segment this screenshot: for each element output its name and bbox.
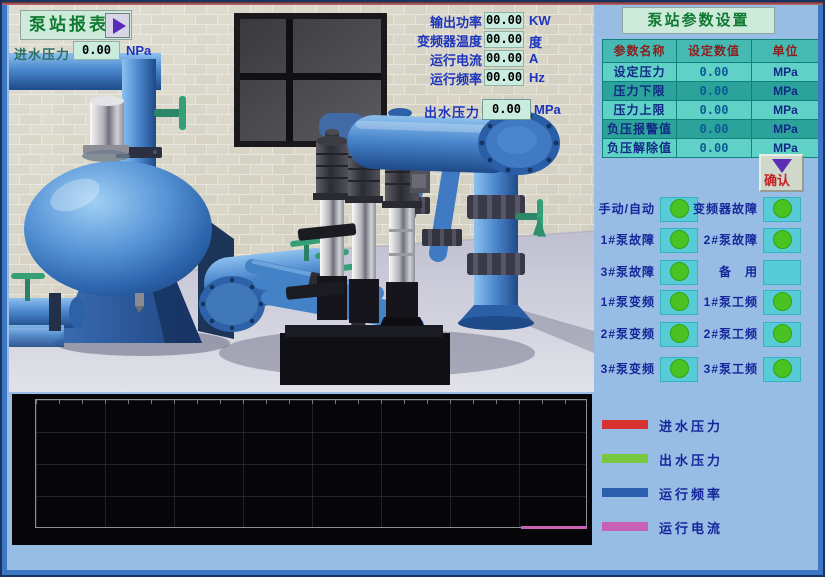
- lamp-pump2-fault: [763, 228, 801, 253]
- outlet-pressure-label: 出水压力: [404, 102, 480, 121]
- param-value-input[interactable]: 0.00: [677, 139, 751, 157]
- status-label-pump1-fault: 1#泵故障: [586, 228, 655, 253]
- param-unit: MPa: [752, 101, 819, 119]
- inverter-temp-label: 变频器温度: [404, 31, 482, 50]
- legend-label-frequency: 运行频率: [659, 484, 723, 503]
- param-name: 负压解除值: [603, 139, 676, 157]
- status-label-pump2-vfd: 2#泵变频: [586, 322, 655, 347]
- lamp-pump3-line: [763, 357, 801, 382]
- lamp-dot: [773, 230, 792, 249]
- param-unit: MPa: [752, 63, 819, 81]
- lamp-dot: [773, 324, 792, 343]
- report-play-button[interactable]: [105, 13, 130, 38]
- status-label-manual-auto: 手动/自动: [586, 197, 655, 222]
- hmi-screen: 泵站报表 进水压力 0.00 NPa 输出功率 00.00 KW 变频器温度 0…: [0, 0, 825, 577]
- output-power-value: 00.00: [484, 12, 524, 29]
- trend-chart: [12, 394, 592, 545]
- lamp-spare: [763, 260, 801, 285]
- output-power-label: 输出功率: [404, 12, 482, 31]
- col-header-value: 设定数值: [677, 40, 751, 62]
- run-frequency-label: 运行频率: [404, 69, 482, 88]
- status-label-pump3-fault: 3#泵故障: [586, 260, 655, 285]
- run-current-label: 运行电流: [404, 50, 482, 69]
- settings-panel-title: 泵站参数设置: [622, 7, 775, 34]
- status-label-pump1-vfd: 1#泵变频: [586, 290, 655, 315]
- param-name: 压力上限: [603, 101, 676, 119]
- outlet-pressure-unit: MPa: [534, 102, 561, 117]
- status-label-vfd-fault: 变频器故障: [678, 197, 758, 222]
- lamp-dot: [773, 199, 792, 218]
- legend-swatch-current: [602, 522, 648, 531]
- param-value-input[interactable]: 0.00: [677, 120, 751, 138]
- param-unit: MPa: [752, 82, 819, 100]
- inlet-pressure-unit: NPa: [126, 43, 151, 58]
- outlet-pressure-value: 0.00: [482, 99, 531, 120]
- status-label-pump1-line: 1#泵工频: [678, 290, 758, 315]
- inlet-pressure-value: 0.00: [73, 41, 120, 60]
- play-icon: [113, 18, 126, 34]
- param-value-input[interactable]: 0.00: [677, 101, 751, 119]
- output-power-unit: KW: [529, 13, 551, 28]
- inverter-temp-value: 00.00: [484, 31, 524, 48]
- run-frequency-value: 00.00: [484, 69, 524, 86]
- settings-table: 参数名称 设定数值 单位 设定压力 0.00 MPa 压力下限 0.00 MPa…: [602, 39, 818, 158]
- legend-label-outlet: 出水压力: [659, 450, 723, 469]
- param-value-input[interactable]: 0.00: [677, 82, 751, 100]
- lamp-vfd-fault: [763, 197, 801, 222]
- status-label-spare: 备 用: [678, 260, 758, 285]
- legend-label-inlet: 进水压力: [659, 416, 723, 435]
- param-name: 设定压力: [603, 63, 676, 81]
- run-current-value: 00.00: [484, 50, 524, 67]
- run-current-trace: [521, 526, 587, 529]
- lamp-pump1-line: [763, 290, 801, 315]
- lamp-pump2-line: [763, 322, 801, 347]
- legend-label-current: 运行电流: [659, 518, 723, 537]
- param-value-input[interactable]: 0.00: [677, 63, 751, 81]
- status-label-pump3-vfd: 3#泵变频: [586, 357, 655, 382]
- top-accent-line: [2, 2, 823, 5]
- status-label-pump3-line: 3#泵工频: [678, 357, 758, 382]
- confirm-label: 确认: [764, 170, 790, 189]
- status-label-pump2-fault: 2#泵故障: [678, 228, 758, 253]
- confirm-button[interactable]: 确认: [759, 154, 804, 192]
- col-header-name: 参数名称: [603, 40, 676, 62]
- legend-swatch-inlet: [602, 420, 648, 429]
- param-name: 负压报警值: [603, 120, 676, 138]
- inlet-pressure-label: 进水压力: [14, 44, 70, 63]
- param-name: 压力下限: [603, 82, 676, 100]
- legend-swatch-outlet: [602, 454, 648, 463]
- param-unit: MPa: [752, 120, 819, 138]
- trend-plot-area: [35, 399, 587, 528]
- lamp-dot: [773, 359, 792, 378]
- lamp-dot: [773, 292, 792, 311]
- col-header-unit: 单位: [752, 40, 819, 62]
- run-current-unit: A: [529, 51, 538, 66]
- legend-swatch-frequency: [602, 488, 648, 497]
- run-frequency-unit: Hz: [529, 70, 545, 85]
- inverter-temp-unit: 度: [529, 32, 542, 51]
- status-label-pump2-line: 2#泵工频: [678, 322, 758, 347]
